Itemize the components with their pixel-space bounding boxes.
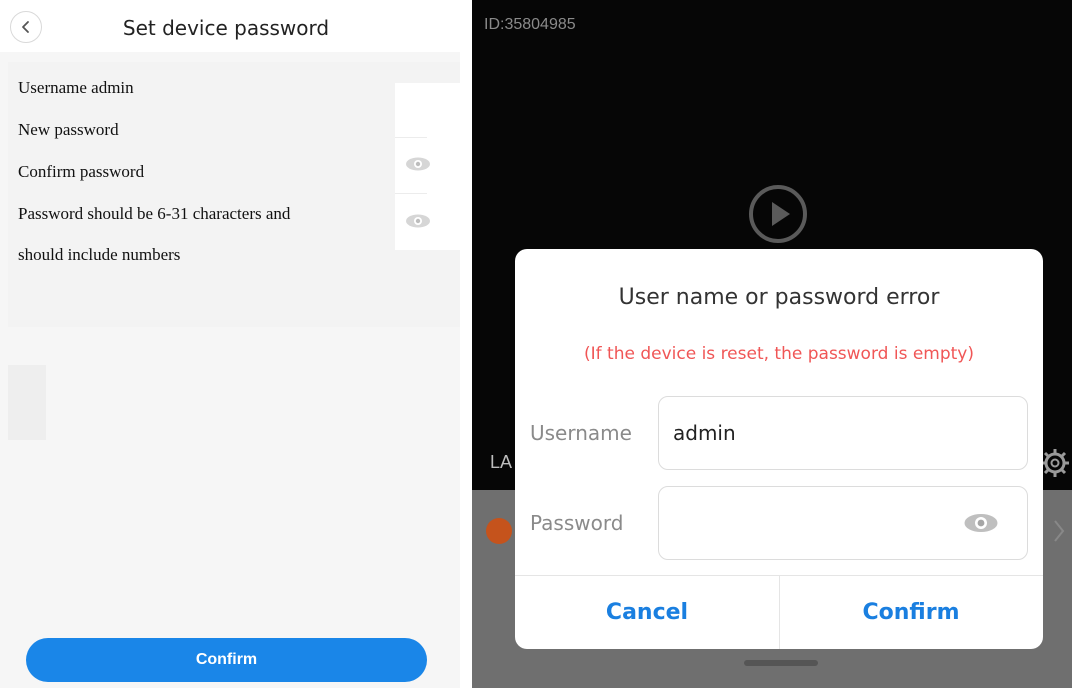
home-indicator <box>744 660 818 666</box>
form-area <box>8 62 460 327</box>
password-hint-line-1: Password should be 6-31 characters and <box>18 204 291 223</box>
play-icon[interactable] <box>748 184 808 244</box>
password-label: Password <box>530 511 624 535</box>
eye-icon[interactable] <box>963 512 999 534</box>
dialog-confirm-button[interactable]: Confirm <box>779 575 1043 649</box>
device-status-icon <box>486 518 512 544</box>
username-input[interactable] <box>658 396 1028 470</box>
field-divider <box>395 137 427 138</box>
login-error-dialog: User name or password error (If the devi… <box>515 249 1043 649</box>
confirm-password-label: Confirm password <box>18 162 145 181</box>
partial-label: LA <box>490 452 513 472</box>
eye-icon[interactable] <box>405 156 431 172</box>
gear-icon[interactable] <box>1038 446 1072 480</box>
right-screen: ID:35804985 LA User name or password err… <box>472 0 1072 688</box>
new-password-label: New password <box>18 120 119 139</box>
username-label: Username <box>530 421 632 445</box>
left-screen: Set device password Username admin New p… <box>0 0 460 688</box>
eye-icon[interactable] <box>405 213 431 229</box>
field-divider <box>395 193 427 194</box>
confirm-button[interactable]: Confirm <box>26 638 427 682</box>
username-line: Username admin <box>18 78 134 97</box>
dialog-subtitle: (If the device is reset, the password is… <box>584 344 974 364</box>
cancel-button[interactable]: Cancel <box>515 575 779 649</box>
device-id: ID:35804985 <box>484 16 576 33</box>
left-header: Set device password <box>0 0 460 52</box>
dialog-title: User name or password error <box>618 285 940 310</box>
faint-background-block <box>8 365 46 440</box>
page-title: Set device password <box>122 16 330 40</box>
chevron-right-icon[interactable] <box>1052 518 1066 544</box>
password-hint-line-2: should include numbers <box>18 245 181 264</box>
